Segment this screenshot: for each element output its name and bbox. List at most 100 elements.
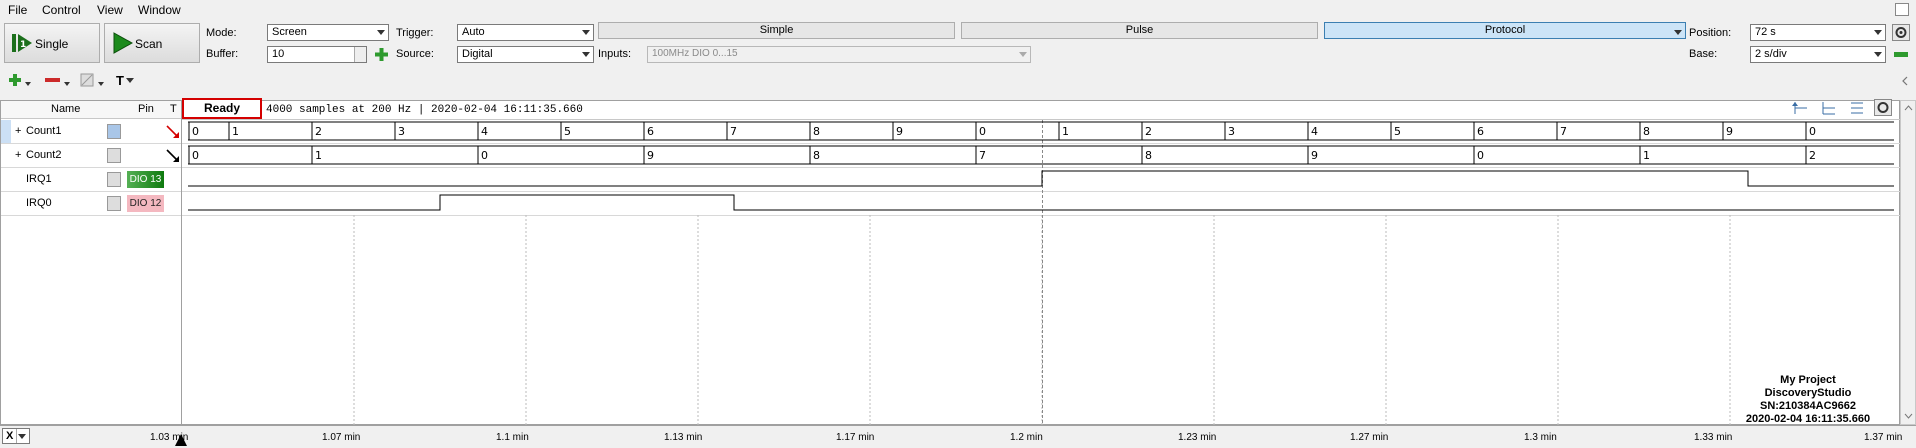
count2-bus-value: 8 xyxy=(1145,149,1152,162)
count1-bus-value: 3 xyxy=(398,125,405,138)
count1-bus-value: 4 xyxy=(1311,125,1318,138)
trigger-position-marker-icon[interactable] xyxy=(175,434,187,446)
source-value: Digital xyxy=(462,48,493,60)
count1-bus-value: 0 xyxy=(979,125,986,138)
color-swatch[interactable] xyxy=(107,196,121,211)
cursor-icon[interactable] xyxy=(1792,100,1810,116)
count1-bus-value: 7 xyxy=(730,125,737,138)
count1-bus-value: 8 xyxy=(813,125,820,138)
count2-bus-value: 1 xyxy=(1643,149,1650,162)
expand-icon[interactable]: + xyxy=(15,125,21,137)
pin-badge[interactable]: DIO 12 xyxy=(127,195,164,212)
signal-row-irq0[interactable]: IRQ0 DIO 12 xyxy=(1,192,181,216)
chevron-up-icon[interactable] xyxy=(1904,105,1913,111)
x-tick-label: 1.2 min xyxy=(1010,432,1043,443)
position-select[interactable]: 72 s xyxy=(1750,24,1886,41)
row-selector[interactable] xyxy=(1,192,11,215)
count2-bus-value: 9 xyxy=(1311,149,1318,162)
mode-select[interactable]: Screen xyxy=(267,24,389,41)
gear-icon[interactable] xyxy=(1892,24,1910,41)
expand-icon[interactable]: + xyxy=(15,149,21,161)
color-swatch[interactable] xyxy=(107,124,121,139)
tab-simple[interactable]: Simple xyxy=(598,22,955,39)
pin-badge[interactable]: DIO 13 xyxy=(127,171,164,188)
trigger-select[interactable]: Auto xyxy=(457,24,594,41)
tab-protocol-label: Protocol xyxy=(1484,24,1526,36)
trigger-type-label[interactable]: T xyxy=(116,73,124,88)
rising-edge-trigger-icon[interactable] xyxy=(165,124,181,140)
minus-icon[interactable] xyxy=(1892,47,1910,62)
color-icon[interactable] xyxy=(80,73,108,88)
spinner-icon[interactable] xyxy=(354,47,366,62)
waveform-plot[interactable]: 01234567890123456789001098789012 xyxy=(182,100,1900,426)
menu-file[interactable]: File xyxy=(8,3,27,17)
irq1-trace xyxy=(188,170,1894,187)
tab-protocol[interactable]: Protocol xyxy=(1324,22,1686,39)
chevron-down-icon xyxy=(582,52,590,57)
remove-signal-icon[interactable] xyxy=(44,73,72,88)
row-selector[interactable] xyxy=(1,168,11,191)
count2-bus-value: 1 xyxy=(315,149,322,162)
waveform-canvas[interactable]: 0 1 2 3 4 5 6 7 8 9 0 1 2 3 4 5 6 7 8 9 00 1 0 9 8 7 8 9 0 1 2 xyxy=(182,101,1900,426)
inputs-select[interactable]: 100MHz DIO 0...15 xyxy=(647,46,1031,63)
add-signal-icon[interactable] xyxy=(8,73,32,88)
chevron-down-icon[interactable] xyxy=(1904,413,1913,419)
vertical-scrollbar[interactable] xyxy=(1900,100,1916,425)
trigger-value: Auto xyxy=(462,26,485,38)
chevron-down-icon[interactable] xyxy=(126,78,134,84)
signal-row-count2[interactable]: + Count2 xyxy=(1,144,181,168)
buffer-input[interactable]: 10 xyxy=(267,46,367,63)
time-axis[interactable]: 1.03 min 1.07 min 1.1 min 1.13 min 1.17 … xyxy=(0,425,1916,448)
base-label: Base: xyxy=(1689,48,1718,60)
color-swatch[interactable] xyxy=(107,172,121,187)
single-button[interactable]: 1 Single xyxy=(4,23,100,63)
chevron-left-icon[interactable] xyxy=(1900,76,1910,86)
x-tick-label: 1.17 min xyxy=(836,432,875,443)
device-watermark: My Project DiscoveryStudio SN:210384AC96… xyxy=(1718,374,1898,426)
row-selector[interactable] xyxy=(1,144,11,167)
align-icon[interactable] xyxy=(1820,100,1838,116)
x-tick-label: 1.07 min xyxy=(322,432,361,443)
count1-bus-value: 3 xyxy=(1228,125,1235,138)
inputs-value: 100MHz DIO 0...15 xyxy=(652,48,738,59)
play-icon xyxy=(113,32,133,54)
header-trigger: T xyxy=(170,103,177,115)
scan-button[interactable]: Scan xyxy=(104,23,200,63)
window-dock-checkbox[interactable] xyxy=(1895,3,1909,16)
count1-bus-value: 8 xyxy=(1643,125,1650,138)
plot-settings-icon[interactable] xyxy=(1874,99,1892,116)
tab-pulse[interactable]: Pulse xyxy=(961,22,1318,39)
trigger-label: Trigger: xyxy=(396,27,434,39)
color-swatch[interactable] xyxy=(107,148,121,163)
count1-bus-value: 0 xyxy=(192,125,199,138)
base-value: 2 s/div xyxy=(1755,48,1787,60)
x-tick-label: 1.1 min xyxy=(496,432,529,443)
header-name: Name xyxy=(51,103,81,115)
add-plus-icon[interactable] xyxy=(374,47,389,62)
x-axis-selector[interactable]: X xyxy=(2,428,30,444)
signal-row-irq1[interactable]: IRQ1 DIO 13 xyxy=(1,168,181,192)
falling-edge-trigger-icon[interactable] xyxy=(165,148,181,164)
position-label: Position: xyxy=(1689,27,1732,39)
menu-window[interactable]: Window xyxy=(138,3,181,17)
chevron-down-icon xyxy=(18,434,26,439)
base-select[interactable]: 2 s/div xyxy=(1750,46,1886,63)
chevron-down-icon xyxy=(1874,30,1882,35)
menu-view[interactable]: View xyxy=(97,3,123,17)
x-axis-selector-value: X xyxy=(6,430,14,442)
position-value: 72 s xyxy=(1755,26,1776,38)
row-selector[interactable] xyxy=(1,120,11,143)
samples-info: 4000 samples at 200 Hz | 2020-02-04 16:1… xyxy=(266,104,583,116)
signal-name: IRQ1 xyxy=(26,173,52,185)
count1-bus-value: 2 xyxy=(1145,125,1152,138)
count1-bus-value: 6 xyxy=(647,125,654,138)
menu-control[interactable]: Control xyxy=(42,3,81,17)
count2-bus-value: 0 xyxy=(192,149,199,162)
signal-row-count1[interactable]: + Count1 xyxy=(1,120,181,144)
source-select[interactable]: Digital xyxy=(457,46,594,63)
list-icon[interactable] xyxy=(1848,100,1866,116)
chevron-down-icon xyxy=(377,30,385,35)
inputs-label: Inputs: xyxy=(598,48,632,60)
scan-button-label: Scan xyxy=(135,37,163,51)
count2-bus-value: 8 xyxy=(813,149,820,162)
